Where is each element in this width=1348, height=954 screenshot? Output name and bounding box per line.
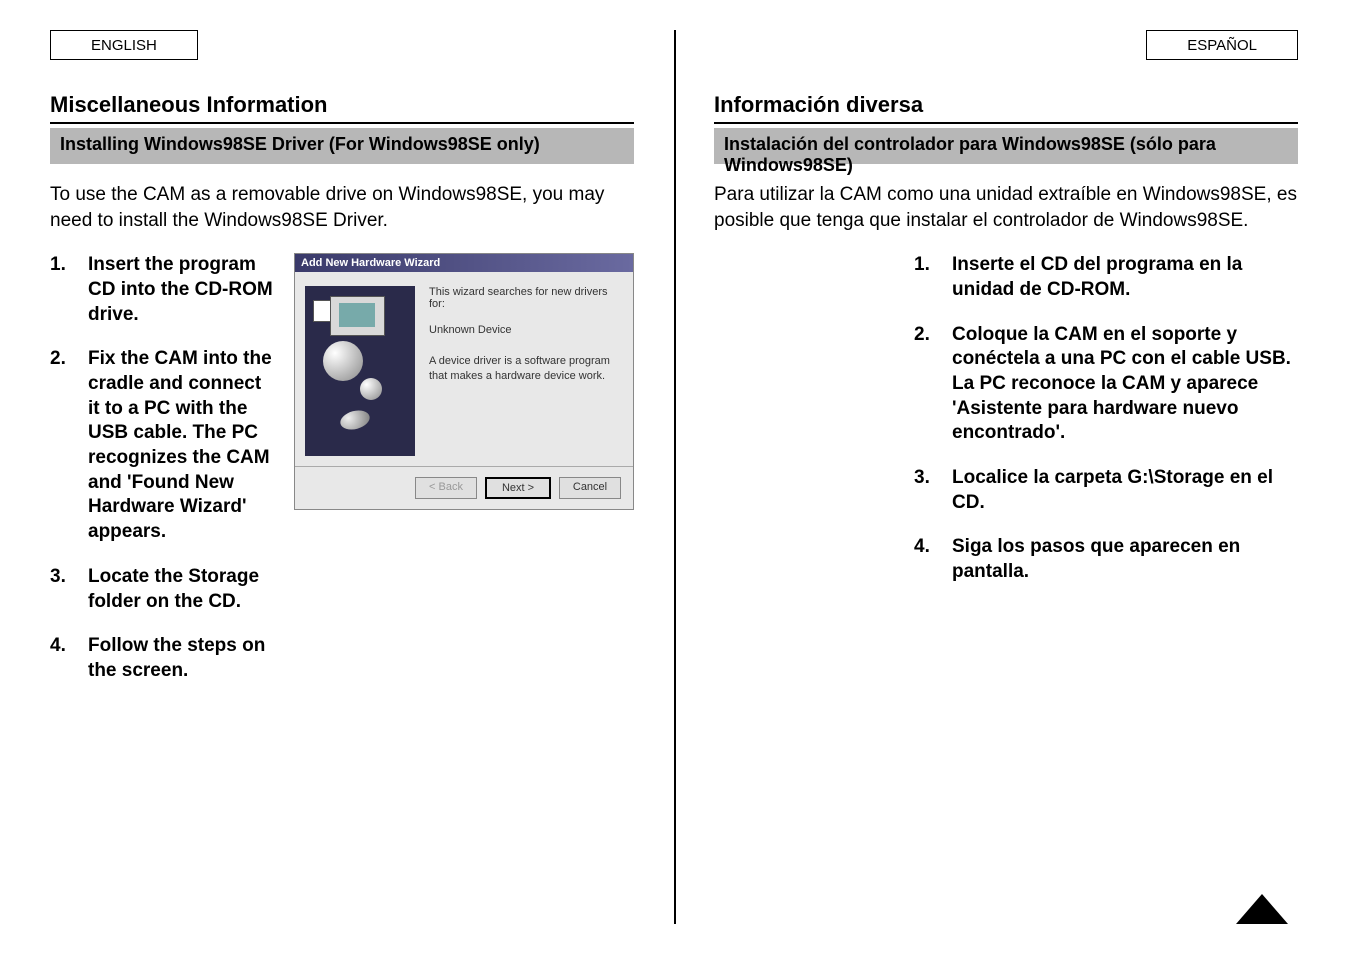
wizard-titlebar: Add New Hardware Wizard [295,254,633,272]
wizard-button-row: < Back Next > Cancel [295,466,633,509]
step-item: 1. Insert the program CD into the CD-ROM… [50,253,274,327]
page-continue-icon [1236,894,1288,924]
step-number: 1. [50,253,70,327]
step-number: 3. [914,466,934,515]
intro-text-right: Para utilizar la CAM como una unidad ext… [714,182,1298,233]
step-number: 3. [50,565,70,614]
steps-list-left: 1. Insert the program CD into the CD-ROM… [50,253,274,703]
step-item: 4. Siga los pasos que aparecen en pantal… [914,535,1298,584]
step-text: Follow the steps on the screen. [88,634,274,683]
step-item: 3. Localice la carpeta G:\Storage en el … [914,466,1298,515]
step-text: Fix the CAM into the cradle and connect … [88,347,274,545]
subsection-bar-left: Installing Windows98SE Driver (For Windo… [50,128,634,164]
step-text: Coloque la CAM en el soporte y conéctela… [952,323,1298,446]
wizard-side-image [305,286,415,456]
step-text: Localice la carpeta G:\Storage en el CD. [952,466,1298,515]
wizard-text-line3: A device driver is a software program th… [429,354,619,383]
step-text: Siga los pasos que aparecen en pantalla. [952,535,1298,584]
wizard-screenshot: Add New Hardware Wizard This wizard sear… [294,253,634,703]
subsection-bar-right: Instalación del controlador para Windows… [714,128,1298,164]
step-number: 1. [914,253,934,302]
step-number: 2. [50,347,70,545]
step-item: 4. Follow the steps on the screen. [50,634,274,683]
add-new-hardware-wizard: Add New Hardware Wizard This wizard sear… [294,253,634,510]
heading-rule-right [714,122,1298,124]
wizard-text-line1: This wizard searches for new drivers for… [429,286,619,310]
step-text: Insert the program CD into the CD-ROM dr… [88,253,274,327]
step-item: 1. Inserte el CD del programa en la unid… [914,253,1298,302]
left-column: ENGLISH Miscellaneous Information Instal… [0,0,674,954]
wizard-content: This wizard searches for new drivers for… [429,286,619,456]
heading-rule-left [50,122,634,124]
step-item: 3. Locate the Storage folder on the CD. [50,565,274,614]
step-item: 2. Fix the CAM into the cradle and conne… [50,347,274,545]
step-text: Locate the Storage folder on the CD. [88,565,274,614]
right-column: ESPAÑOL Información diversa Instalación … [674,0,1348,954]
steps-list-right: 1. Inserte el CD del programa en la unid… [914,253,1298,605]
intro-text-left: To use the CAM as a removable drive on W… [50,182,634,233]
subsection-heading-left: Installing Windows98SE Driver (For Windo… [60,134,540,154]
step-number: 2. [914,323,934,446]
cancel-button[interactable]: Cancel [559,477,621,499]
step-item: 2. Coloque la CAM en el soporte y conéct… [914,323,1298,446]
section-heading-right: Información diversa [714,92,923,118]
step-text: Inserte el CD del programa en la unidad … [952,253,1298,302]
language-label-left: ENGLISH [50,30,198,60]
back-button[interactable]: < Back [415,477,477,499]
step-number: 4. [914,535,934,584]
step-number: 4. [50,634,70,683]
language-label-right: ESPAÑOL [1146,30,1298,60]
subsection-heading-right: Instalación del controlador para Windows… [724,134,1216,175]
next-button[interactable]: Next > [485,477,551,499]
wizard-text-line2: Unknown Device [429,324,619,336]
section-heading-left: Miscellaneous Information [50,92,328,118]
